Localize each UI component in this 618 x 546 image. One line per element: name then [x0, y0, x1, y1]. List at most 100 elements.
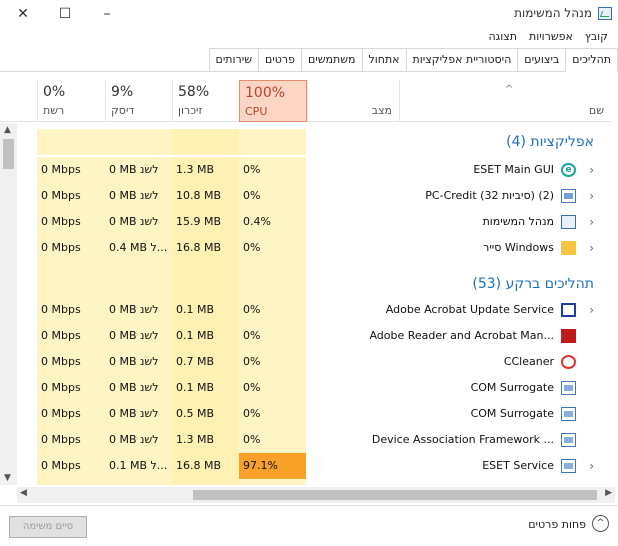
ccleaner-icon	[561, 355, 576, 369]
memory-cell: 0.1 MB	[172, 375, 239, 401]
maximize-button[interactable]: ☐	[42, 0, 88, 28]
eset-service-icon	[561, 459, 576, 473]
close-icon: ✕	[17, 6, 29, 22]
tab-app-history[interactable]: היסטוריית אפליקציות	[405, 48, 519, 71]
com-surrogate-icon	[561, 407, 576, 421]
table-row[interactable]: 0 Mbps 0 MB לשנ 15.9 MB 0.4% מנהל המשימו…	[0, 209, 602, 235]
net-cell-empty	[37, 271, 105, 297]
expand-chevron-icon[interactable]: ›	[589, 235, 594, 261]
group-background-label: תהליכים ברקע (53)	[472, 276, 594, 292]
net-cell: 0 Mbps	[37, 183, 105, 209]
table-row-partial	[0, 479, 602, 485]
close-button[interactable]: ✕	[0, 0, 46, 28]
chevron-up-icon[interactable]: ^	[592, 515, 609, 532]
process-name: COM Surrogate	[470, 407, 554, 420]
table-row[interactable]: 0 Mbps 0 MB לשנ 0.1 MB 0% Adobe Acrobat …	[0, 297, 602, 323]
table-row[interactable]: 0 Mbps 0 MB לשנ 1.3 MB 0% ESET Main GUI …	[0, 157, 602, 183]
header-memory[interactable]: 58% זיכרון	[172, 80, 239, 122]
mem-cell-empty	[172, 479, 239, 485]
expand-chevron-icon[interactable]: ›	[589, 157, 594, 183]
disk-cell: 0 MB לשנ	[105, 297, 172, 323]
tab-users[interactable]: משתמשים	[300, 48, 363, 71]
cpu-cell: 0%	[239, 157, 306, 183]
expand-chevron-icon[interactable]: ›	[589, 453, 594, 479]
process-list: אפליקציות (4) 0 Mbps 0 MB לשנ 1.3 MB 0% …	[0, 123, 602, 485]
expand-chevron-icon[interactable]: ›	[589, 297, 594, 323]
task-manager-icon	[598, 7, 612, 20]
tab-details[interactable]: פרטים	[258, 48, 302, 71]
network-percent: 0%	[43, 84, 66, 100]
disk-cell: 0 MB לשנ	[105, 323, 172, 349]
mem-cell-empty	[172, 271, 239, 297]
memory-percent: 58%	[178, 84, 210, 100]
expand-chevron-icon[interactable]: ›	[589, 209, 594, 235]
menu-bar: קובץ אפשרויות תצוגה	[482, 28, 618, 48]
vertical-scrollbar[interactable]: ▲ ▼	[0, 123, 17, 485]
device-association-icon	[561, 433, 576, 447]
acrobat-update-icon	[561, 303, 576, 317]
process-name: Device Association Framework ...	[371, 433, 554, 446]
menu-options[interactable]: אפשרויות	[523, 28, 579, 48]
end-task-button[interactable]: סיים משימה	[9, 516, 87, 538]
name-label[interactable]: שם	[589, 104, 604, 117]
group-row-background[interactable]: תהליכים ברקע (53)	[0, 271, 602, 297]
scroll-thumb[interactable]	[3, 139, 14, 169]
process-name: ESET Service	[482, 459, 554, 472]
table-row[interactable]: 0 Mbps 0.4 MB ל... 16.8 MB 0% Windows סי…	[0, 235, 602, 261]
tab-services[interactable]: שירותים	[208, 48, 259, 71]
cpu-cell: 0%	[239, 427, 306, 453]
net-cell: 0 Mbps	[37, 375, 105, 401]
header-disk[interactable]: 9% דיסק	[105, 80, 172, 122]
horizontal-scrollbar[interactable]: ◀ ▶	[17, 487, 615, 503]
mem-cell-empty	[172, 261, 239, 271]
disk-cell: 0 MB לשנ	[105, 401, 172, 427]
table-row[interactable]: 0 Mbps 0 MB לשנ 0.5 MB 0% COM Surrogate	[0, 401, 602, 427]
table-row[interactable]: 0 Mbps 0 MB לשנ 1.3 MB 0% Device Associa…	[0, 427, 602, 453]
disk-cell: 0 MB לשנ	[105, 183, 172, 209]
header-cpu[interactable]: 100% CPU	[239, 80, 307, 122]
window-icon	[561, 189, 576, 203]
memory-cell: 0.1 MB	[172, 297, 239, 323]
menu-view[interactable]: תצוגה	[482, 28, 522, 48]
table-row[interactable]: 0 Mbps 0 MB לשנ 0.7 MB 0% CCleaner	[0, 349, 602, 375]
cpu-cell-empty	[239, 261, 306, 271]
cpu-cell-empty	[239, 129, 306, 155]
sort-chevron-icon: ^	[505, 84, 514, 95]
disk-cell: 0 MB לשנ	[105, 375, 172, 401]
column-header: 0% רשת 9% דיסק 58% זיכרון 100% CPU מצב ^…	[0, 80, 612, 122]
table-row[interactable]: 0 Mbps 0 MB לשנ 0.1 MB 0% Adobe Reader a…	[0, 323, 602, 349]
network-label: רשת	[43, 104, 65, 117]
table-row[interactable]: 0 Mbps 0 MB לשנ 0.1 MB 0% COM Surrogate	[0, 375, 602, 401]
scroll-right-icon[interactable]: ▶	[605, 488, 612, 498]
minimize-button[interactable]: –	[84, 0, 130, 28]
menu-file[interactable]: קובץ	[579, 28, 614, 48]
header-network[interactable]: 0% רשת	[37, 80, 105, 122]
scroll-up-icon[interactable]: ▲	[4, 125, 11, 135]
net-cell: 0 Mbps	[37, 297, 105, 323]
cpu-label: CPU	[245, 105, 268, 118]
scroll-left-icon[interactable]: ◀	[20, 488, 27, 498]
cpu-cell-empty	[239, 479, 306, 485]
cpu-cell: 0%	[239, 349, 306, 375]
cpu-cell: 0%	[239, 235, 306, 261]
tab-performance[interactable]: ביצועים	[517, 48, 567, 71]
net-cell-empty	[37, 261, 105, 271]
table-row[interactable]: 0 Mbps 0 MB לשנ 10.8 MB 0% PC-Credit (32…	[0, 183, 602, 209]
disk-cell-empty	[105, 479, 172, 485]
disk-cell-empty	[105, 129, 172, 155]
group-row-apps[interactable]: אפליקציות (4)	[0, 129, 602, 155]
cpu-cell: 0%	[239, 297, 306, 323]
cpu-cell: 0%	[239, 323, 306, 349]
fewer-details-link[interactable]: פחות פרטים	[528, 518, 586, 531]
net-cell: 0 Mbps	[37, 401, 105, 427]
scroll-down-icon[interactable]: ▼	[4, 473, 11, 483]
scroll-thumb[interactable]	[193, 490, 597, 500]
expand-chevron-icon[interactable]: ›	[589, 183, 594, 209]
net-cell: 0 Mbps	[37, 209, 105, 235]
table-row[interactable]: 0 Mbps 0.1 MB ל... 16.8 MB 97.1% ESET Se…	[0, 453, 602, 479]
disk-cell-empty	[105, 261, 172, 271]
tab-startup[interactable]: אתחול	[361, 48, 407, 71]
tab-processes[interactable]: תהליכים	[565, 48, 618, 72]
memory-cell: 0.7 MB	[172, 349, 239, 375]
memory-cell: 1.3 MB	[172, 427, 239, 453]
